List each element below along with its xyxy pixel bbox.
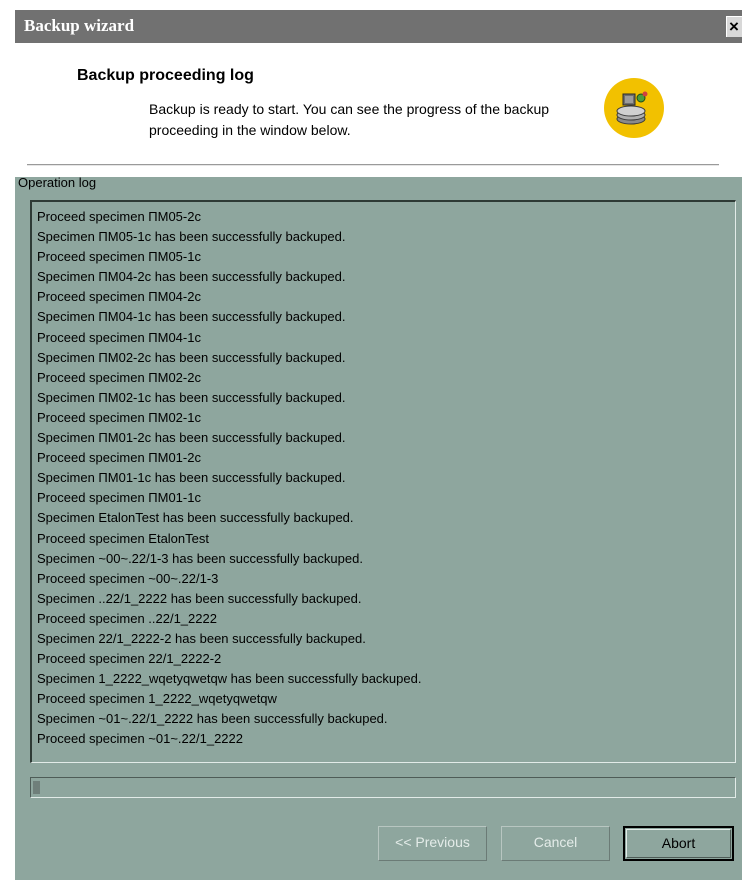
log-line: Proceed specimen ПМ01-2с <box>37 450 201 466</box>
window-title: Backup wizard <box>24 16 135 35</box>
cancel-button[interactable]: Cancel <box>501 826 610 861</box>
log-line: Specimen 22/1_2222-2 has been successful… <box>37 630 366 646</box>
log-line: Specimen ПМ01-1с has been successfully b… <box>37 470 346 486</box>
log-line: Proceed specimen ~00~.22/1-3 <box>37 570 219 586</box>
backup-disk-icon <box>604 78 664 138</box>
log-line: Proceed specimen ПМ01-1с <box>37 490 201 506</box>
progress-bar <box>30 777 736 798</box>
log-line: Specimen ПМ04-2с has been successfully b… <box>37 269 346 285</box>
header-separator <box>27 164 719 166</box>
log-line: Proceed specimen ПМ05-1с <box>37 249 201 265</box>
operation-log-label: Operation log <box>18 175 97 190</box>
log-line: Specimen ПМ02-2с has been successfully b… <box>37 349 346 365</box>
log-lines: Proceed specimen ПМ05-2с Specimen ПМ05-1с… <box>37 207 421 750</box>
log-line: Specimen ..22/1_2222 has been successful… <box>37 590 362 606</box>
log-line: Proceed specimen 22/1_2222-2 <box>37 651 222 667</box>
log-line: Proceed specimen ПМ05-2с <box>37 209 201 224</box>
log-line: Proceed specimen ПМ02-2с <box>37 369 201 385</box>
previous-button[interactable]: << Previous <box>378 826 487 861</box>
close-button[interactable]: × <box>726 16 742 37</box>
close-icon: × <box>729 17 739 36</box>
log-line: Specimen ПМ05-1с has been successfully b… <box>37 229 346 245</box>
abort-button[interactable]: Abort <box>623 826 734 861</box>
log-line: Proceed specimen ПМ04-2с <box>37 289 201 305</box>
log-line: Proceed specimen EtalonTest <box>37 530 209 546</box>
wizard-header: Backup proceeding log Backup is ready to… <box>15 43 742 177</box>
log-line: Specimen ПМ01-2с has been successfully b… <box>37 430 346 446</box>
backup-wizard-window: Backup wizard × Backup proceeding log Ba… <box>15 10 742 880</box>
log-line: Specimen ~00~.22/1-3 has been successful… <box>37 550 363 566</box>
log-line: Proceed specimen ПМ02-1с <box>37 409 201 425</box>
log-line: Specimen 1_2222_wqetyqwetqw has been suc… <box>37 671 422 687</box>
progress-fill <box>33 781 40 794</box>
title-bar[interactable]: Backup wizard × <box>15 10 742 43</box>
log-line: Proceed specimen ~01~.22/1_2222 <box>37 731 243 747</box>
log-line: Specimen ПМ02-1с has been successfully b… <box>37 389 346 405</box>
page-title: Backup proceeding log <box>77 67 254 84</box>
log-line: Specimen EtalonTest has been successfull… <box>37 510 354 526</box>
log-line: Proceed specimen 1_2222_wqetyqwetqw <box>37 691 277 707</box>
abort-button-label: Abort <box>626 829 731 858</box>
log-line: Proceed specimen ПМ04-1с <box>37 329 201 345</box>
log-line: Proceed specimen ..22/1_2222 <box>37 610 217 626</box>
log-line: Specimen ПМ04-1с has been successfully b… <box>37 309 346 325</box>
operation-log-box[interactable]: Proceed specimen ПМ05-2с Specimen ПМ05-1с… <box>30 200 736 763</box>
page-description: Backup is ready to start. You can see th… <box>149 101 550 138</box>
log-line: Specimen ~01~.22/1_2222 has been success… <box>37 711 388 727</box>
